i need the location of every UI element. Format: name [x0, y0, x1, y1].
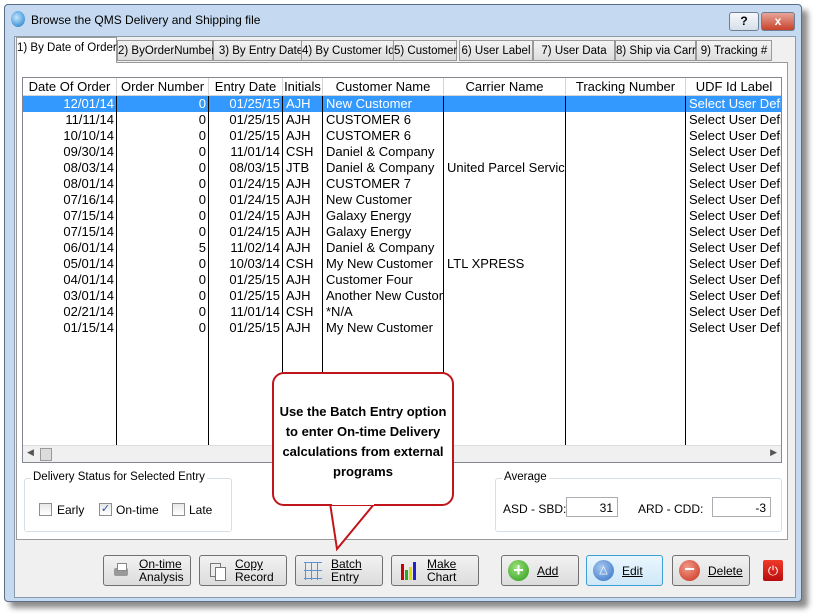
- callout-tail: [328, 502, 378, 552]
- tab-1[interactable]: 1) By Date of Order: [16, 37, 117, 63]
- callout-joint: [332, 500, 374, 505]
- callout-annotation: Use the Batch Entry option to enter On-t…: [272, 372, 454, 506]
